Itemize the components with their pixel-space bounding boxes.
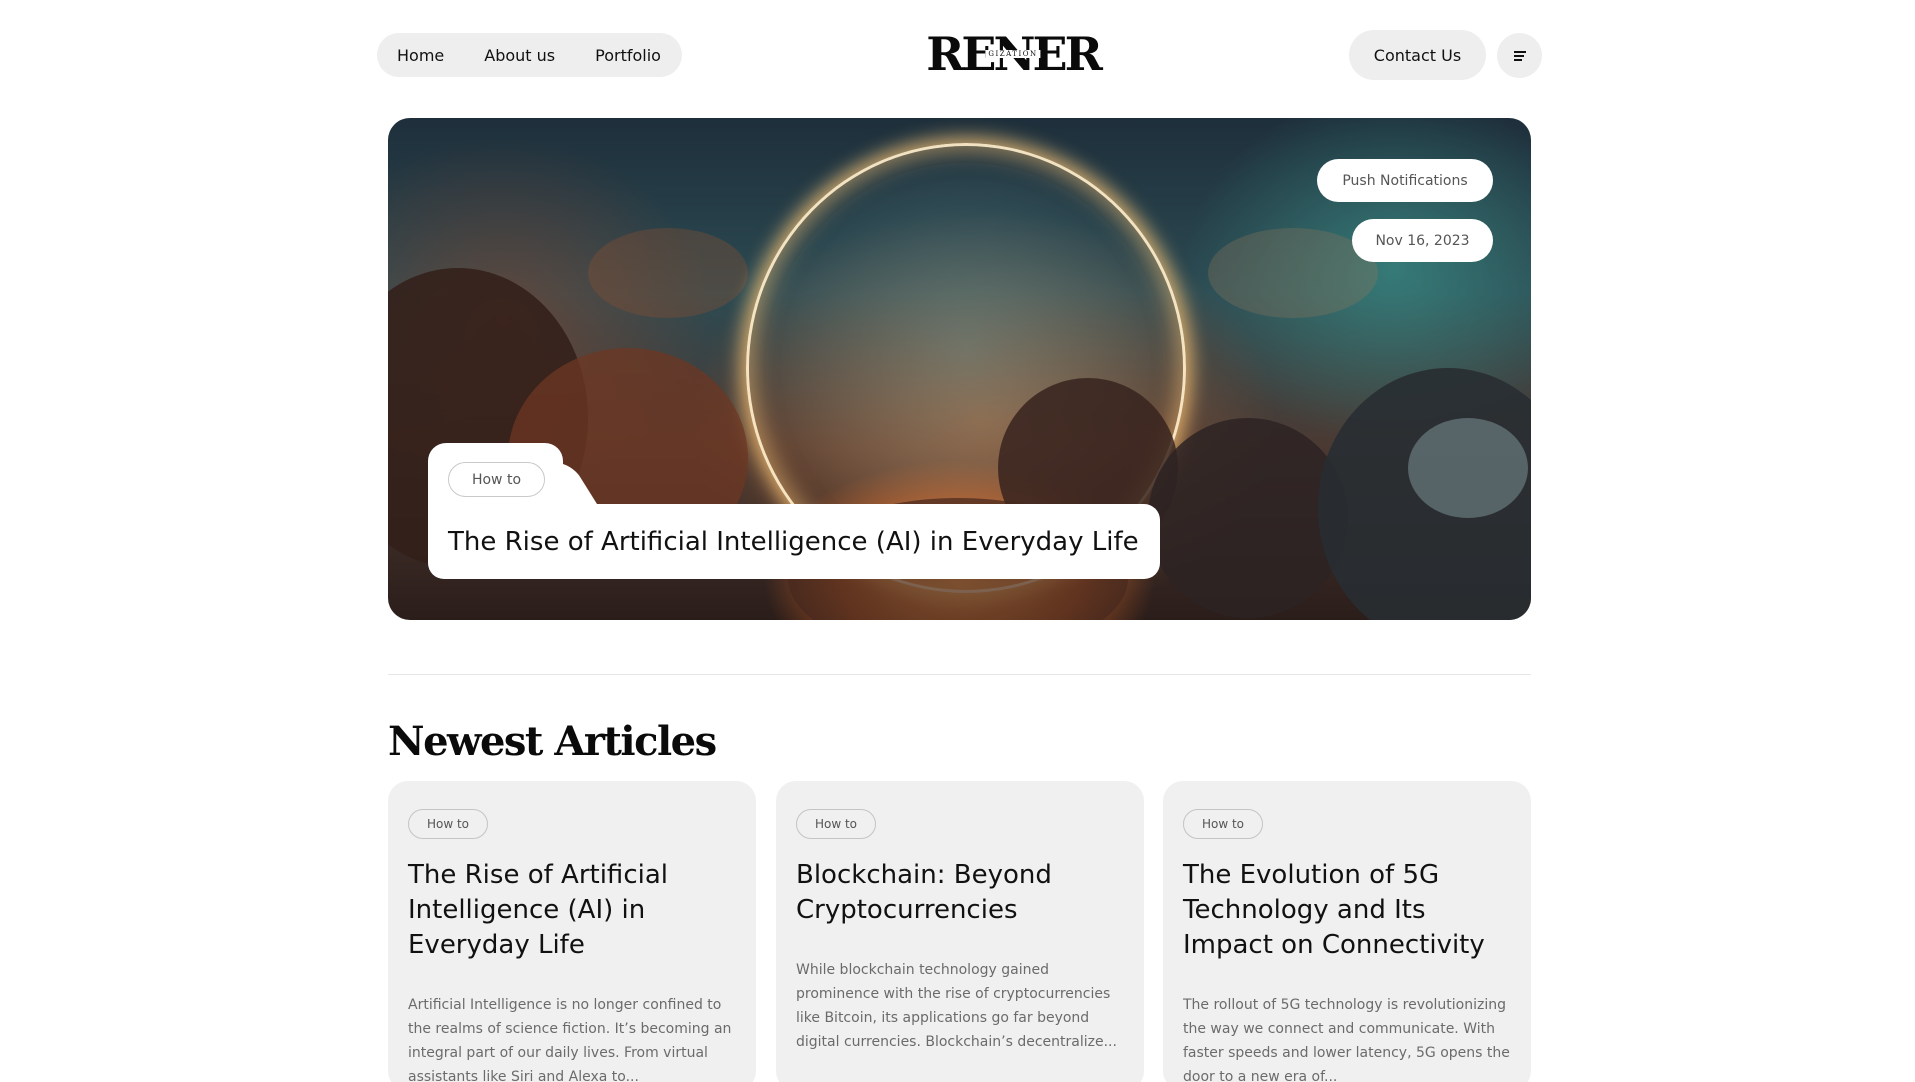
article-title[interactable]: Blockchain: Beyond Cryptocurrencies bbox=[796, 858, 1126, 928]
hero-title-card[interactable]: The Rise of Artificial Intelligence (AI)… bbox=[428, 504, 1160, 579]
push-notifications-badge[interactable]: Push Notifications bbox=[1317, 159, 1493, 202]
article-title[interactable]: The Evolution of 5G Technology and Its I… bbox=[1183, 858, 1513, 963]
section-title: Newest Articles bbox=[388, 718, 717, 765]
article-tag[interactable]: How to bbox=[408, 809, 488, 839]
nav-home-link[interactable]: Home bbox=[397, 46, 444, 65]
article-card[interactable]: How to Blockchain: Beyond Cryptocurrenci… bbox=[776, 781, 1144, 1082]
article-title[interactable]: The Rise of Artificial Intelligence (AI)… bbox=[408, 858, 738, 963]
article-excerpt: Artificial Intelligence is no longer con… bbox=[408, 997, 732, 1082]
article-card[interactable]: How to The Evolution of 5G Technology an… bbox=[1163, 781, 1531, 1082]
article-tag[interactable]: How to bbox=[1183, 809, 1263, 839]
hero-tag[interactable]: How to bbox=[448, 462, 545, 497]
hero-title: The Rise of Artificial Intelligence (AI)… bbox=[448, 526, 1139, 557]
hero-date-badge: Nov 16, 2023 bbox=[1352, 219, 1493, 262]
hamburger-menu-icon bbox=[1513, 50, 1526, 61]
contact-us-button[interactable]: Contact Us bbox=[1349, 30, 1486, 80]
article-card[interactable]: How to The Rise of Artificial Intelligen… bbox=[388, 781, 756, 1082]
nav-about-link[interactable]: About us bbox=[484, 46, 555, 65]
nav-portfolio-link[interactable]: Portfolio bbox=[595, 46, 661, 65]
article-excerpt: The rollout of 5G technology is revoluti… bbox=[1183, 997, 1510, 1082]
section-divider bbox=[388, 674, 1531, 675]
main-nav: Home About us Portfolio bbox=[377, 33, 682, 77]
site-logo[interactable]: RENER GIZATION bbox=[926, 26, 1103, 82]
logo-subtext: GIZATION bbox=[985, 50, 1041, 58]
article-excerpt: While blockchain technology gained promi… bbox=[796, 962, 1117, 1050]
menu-button[interactable] bbox=[1497, 33, 1542, 78]
article-tag[interactable]: How to bbox=[796, 809, 876, 839]
